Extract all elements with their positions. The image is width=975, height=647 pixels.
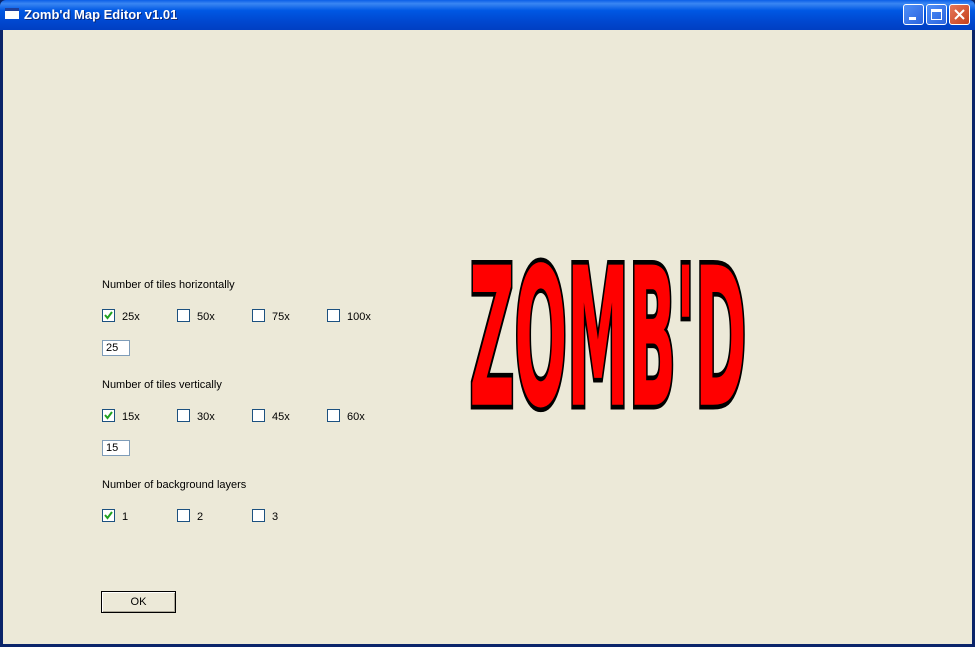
minimize-icon	[909, 17, 916, 20]
horizontal-100x-label: 100x	[347, 311, 371, 323]
close-button[interactable]	[949, 4, 970, 25]
vertical-60x-label: 60x	[347, 411, 365, 423]
checkmark-icon	[104, 411, 113, 420]
window-title: Zomb'd Map Editor v1.01	[24, 7, 178, 22]
checkmark-icon	[104, 511, 113, 520]
client-area: Number of tiles horizontally 25x 50x 75x…	[3, 30, 972, 644]
logo-text: ZOMB'D	[469, 226, 746, 425]
layers-1-checkbox[interactable]	[102, 509, 115, 522]
maximize-icon	[931, 9, 942, 20]
horizontal-75x-label: 75x	[272, 311, 290, 323]
horizontal-50x-label: 50x	[197, 311, 215, 323]
horizontal-50x-checkbox[interactable]	[177, 309, 190, 322]
horizontal-25x-label: 25x	[122, 311, 140, 323]
close-icon	[954, 9, 965, 20]
ok-button[interactable]: OK	[101, 591, 176, 613]
minimize-button[interactable]	[903, 4, 924, 25]
layers-1-label: 1	[122, 511, 129, 523]
horizontal-tiles-input[interactable]: 25	[102, 340, 130, 356]
vertical-tiles-label: Number of tiles vertically	[102, 379, 222, 391]
title-bar[interactable]: Zomb'd Map Editor v1.01	[0, 0, 975, 30]
background-layers-label: Number of background layers	[102, 479, 247, 491]
vertical-15x-label: 15x	[122, 411, 140, 423]
horizontal-tiles-label: Number of tiles horizontally	[102, 279, 235, 291]
horizontal-100x-checkbox[interactable]	[327, 309, 340, 322]
vertical-45x-label: 45x	[272, 411, 290, 423]
horizontal-25x-checkbox[interactable]	[102, 309, 115, 322]
window-icon	[5, 8, 19, 19]
layers-2-label: 2	[197, 511, 204, 523]
application-window: Zomb'd Map Editor v1.01 Number of tiles …	[0, 0, 975, 647]
vertical-30x-checkbox[interactable]	[177, 409, 190, 422]
zombd-logo: ZOMB'D	[467, 225, 749, 425]
checkmark-icon	[104, 311, 113, 320]
horizontal-75x-checkbox[interactable]	[252, 309, 265, 322]
vertical-60x-checkbox[interactable]	[327, 409, 340, 422]
vertical-45x-checkbox[interactable]	[252, 409, 265, 422]
vertical-15x-checkbox[interactable]	[102, 409, 115, 422]
layers-2-checkbox[interactable]	[177, 509, 190, 522]
layers-3-checkbox[interactable]	[252, 509, 265, 522]
vertical-tiles-input[interactable]: 15	[102, 440, 130, 456]
layers-3-label: 3	[272, 511, 279, 523]
maximize-button[interactable]	[926, 4, 947, 25]
vertical-30x-label: 30x	[197, 411, 215, 423]
